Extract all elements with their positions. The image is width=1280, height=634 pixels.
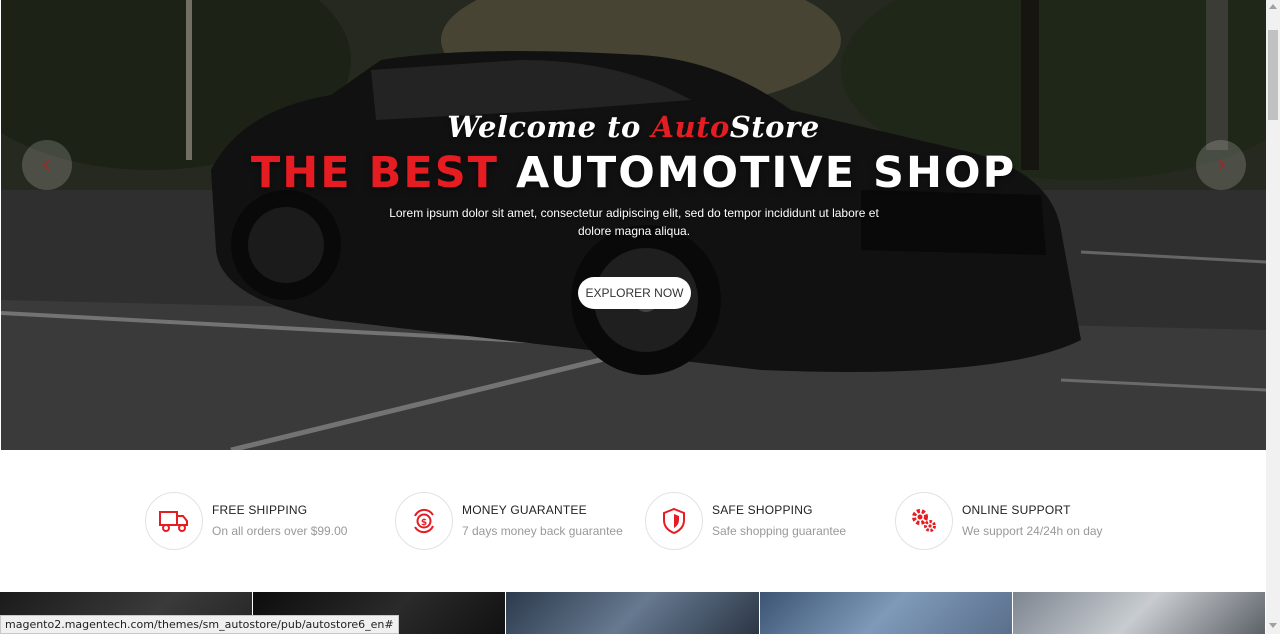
truck-icon xyxy=(145,492,203,550)
scroll-up-arrow-icon[interactable] xyxy=(1269,4,1277,9)
feature-free-shipping: FREE SHIPPING On all orders over $99.00 xyxy=(145,492,347,550)
feature-subtitle: Safe shopping guarantee xyxy=(712,524,847,538)
feature-title: FREE SHIPPING xyxy=(212,503,308,517)
feature-title: ONLINE SUPPORT xyxy=(962,503,1071,517)
browser-status-url: magento2.magentech.com/themes/sm_autosto… xyxy=(0,615,399,634)
feature-subtitle: On all orders over $99.00 xyxy=(212,524,348,538)
features-row: FREE SHIPPING On all orders over $99.00 … xyxy=(145,492,1145,552)
hero-description: Lorem ipsum dolor sit amet, consectetur … xyxy=(389,206,879,238)
scrollbar-thumb[interactable] xyxy=(1268,30,1278,120)
chevron-right-icon xyxy=(1218,159,1226,171)
gears-icon xyxy=(895,492,953,550)
welcome-accent: Auto xyxy=(651,110,730,144)
hero-title-rest: AUTOMOTIVE SHOP xyxy=(499,148,1017,198)
money-back-icon: $ xyxy=(395,492,453,550)
page-scrollbar[interactable] xyxy=(1266,0,1280,634)
category-tile-image[interactable] xyxy=(1012,592,1267,634)
slider-next-button[interactable] xyxy=(1196,140,1246,190)
hero-welcome-text: Welcome to AutoStore xyxy=(1,110,1266,144)
shield-icon xyxy=(645,492,703,550)
chevron-left-icon xyxy=(42,159,50,171)
feature-subtitle: 7 days money back guarantee xyxy=(462,524,623,538)
welcome-prefix: Welcome to xyxy=(447,110,652,144)
feature-title: SAFE SHOPPING xyxy=(712,503,813,517)
page: Welcome to AutoStore THE BEST AUTOMOTIVE… xyxy=(0,0,1267,634)
welcome-suffix: Store xyxy=(729,110,820,144)
feature-subtitle: We support 24/24h on day xyxy=(962,524,1103,538)
slider-prev-button[interactable] xyxy=(22,140,72,190)
scroll-down-arrow-icon[interactable] xyxy=(1269,623,1277,628)
hero-title-accent: THE BEST xyxy=(250,148,500,198)
svg-text:$: $ xyxy=(421,518,427,528)
hero-title: THE BEST AUTOMOTIVE SHOP xyxy=(1,148,1266,198)
hero-slider: Welcome to AutoStore THE BEST AUTOMOTIVE… xyxy=(1,0,1266,450)
category-tile-image[interactable] xyxy=(506,592,760,634)
feature-online-support: ONLINE SUPPORT We support 24/24h on day xyxy=(895,492,1103,550)
explorer-now-button[interactable]: EXPLORER NOW xyxy=(578,277,691,309)
feature-title: MONEY GUARANTEE xyxy=(462,503,587,517)
feature-safe-shopping: SAFE SHOPPING Safe shopping guarantee xyxy=(645,492,846,550)
category-tile-image[interactable] xyxy=(759,592,1013,634)
feature-money-guarantee: $ MONEY GUARANTEE 7 days money back guar… xyxy=(395,492,623,550)
